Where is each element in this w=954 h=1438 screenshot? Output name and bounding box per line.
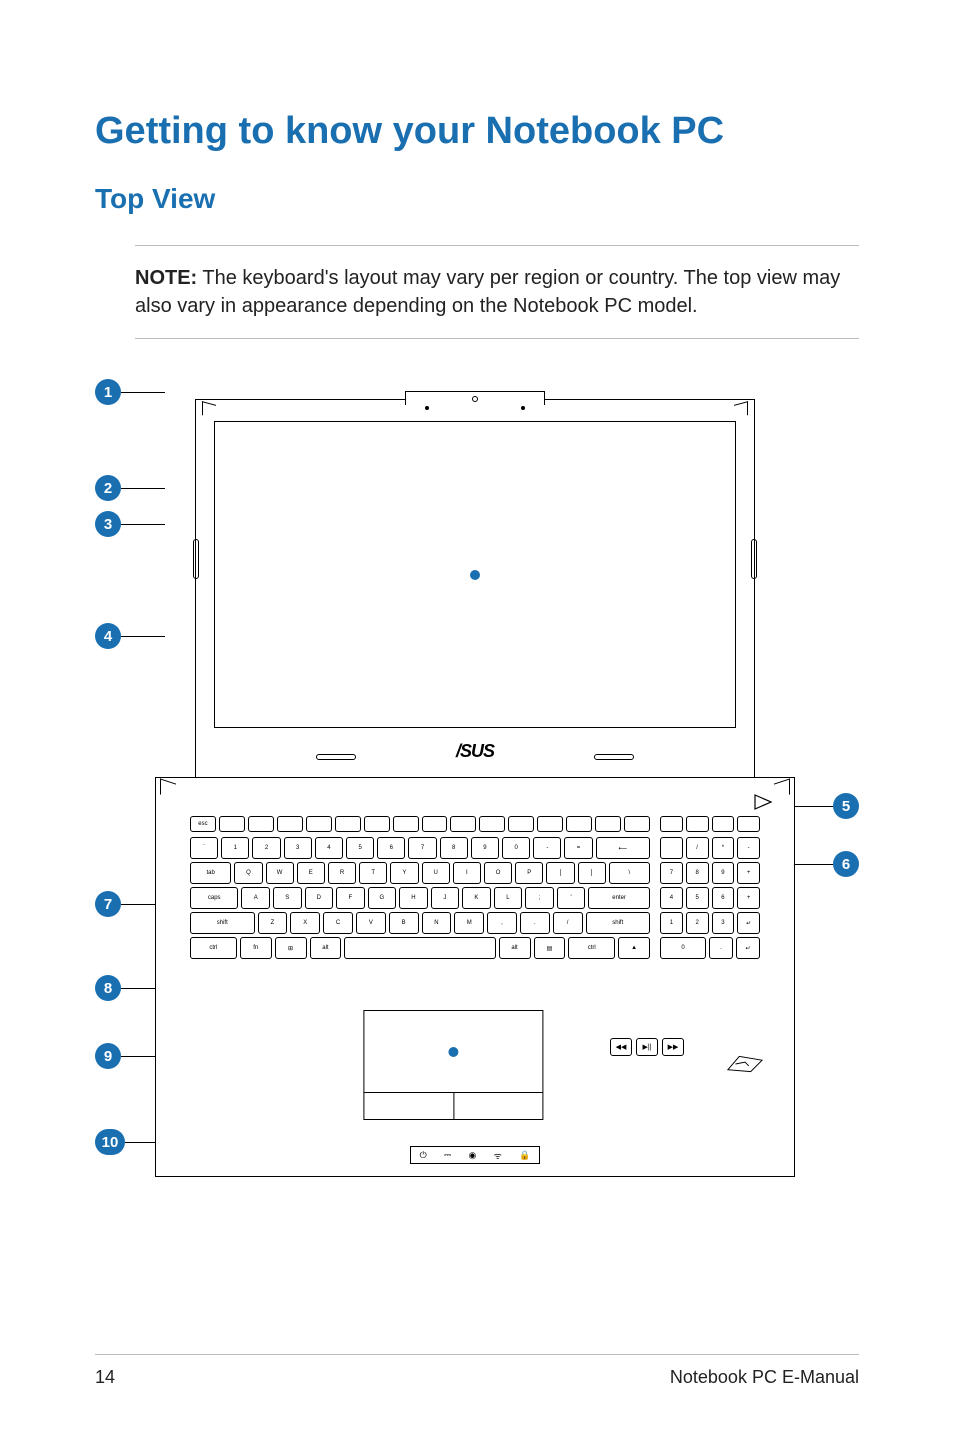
callout-marker-4: 4 [95,623,121,649]
callout-marker-10: 10 [95,1129,125,1155]
document-title: Notebook PC E-Manual [670,1367,859,1388]
indicator-power-icon: ⏻ [420,1150,427,1161]
webcam-notch [405,391,545,405]
callout-marker-1: 1 [95,379,121,405]
indicator-lock-icon: 🔒 [519,1150,530,1161]
media-keys: ◀◀ ▶|| ▶▶ [610,1038,684,1056]
note-box: NOTE: The keyboard's layout may vary per… [135,245,859,339]
media-next-icon: ▶▶ [662,1038,684,1056]
microphone-left-icon [425,406,429,410]
callout-marker-6: 6 [833,851,859,877]
note-label: NOTE: [135,267,197,289]
section-title: Getting to know your Notebook PC [95,110,859,153]
callout-target-4-icon [470,570,480,580]
display-panel [214,421,736,728]
callout-marker-2: 2 [95,475,121,501]
callout-marker-8: 8 [95,975,121,1001]
brand-logo: /SUS [456,741,494,762]
media-play-icon: ▶|| [636,1038,658,1056]
callout-target-9-icon [448,1047,458,1057]
microphone-right-icon [521,406,525,410]
note-text: The keyboard's layout may vary per regio… [135,267,840,317]
indicator-drive-icon: ◉ [468,1150,476,1161]
rog-logo-icon [726,1052,764,1076]
page-footer: 14 Notebook PC E-Manual [95,1354,859,1388]
subsection-title: Top View [95,183,859,215]
callout-marker-5: 5 [833,793,859,819]
touchpad [363,1010,543,1120]
indicator-wifi-icon: ᯤ [494,1149,502,1162]
top-view-diagram: 1 2 3 4 7 8 9 10 5 6 /SUS [95,379,859,1169]
callout-marker-3: 3 [95,511,121,537]
laptop-illustration: /SUS esc `1234567890-=⟵ [155,399,795,1177]
webcam-icon [472,396,478,402]
callout-marker-9: 9 [95,1043,121,1069]
laptop-base: esc `1234567890-=⟵ tabQWERTYUIOP[]\ caps… [155,777,795,1177]
power-button-icon [754,794,772,810]
callout-marker-7: 7 [95,891,121,917]
laptop-lid: /SUS [195,399,755,779]
status-indicators: ⏻ ⎓ ◉ ᯤ 🔒 [410,1146,540,1164]
media-prev-icon: ◀◀ [610,1038,632,1056]
indicator-battery-icon: ⎓ [444,1150,451,1161]
page-number: 14 [95,1367,115,1388]
keyboard: esc `1234567890-=⟵ tabQWERTYUIOP[]\ caps… [190,816,760,1006]
